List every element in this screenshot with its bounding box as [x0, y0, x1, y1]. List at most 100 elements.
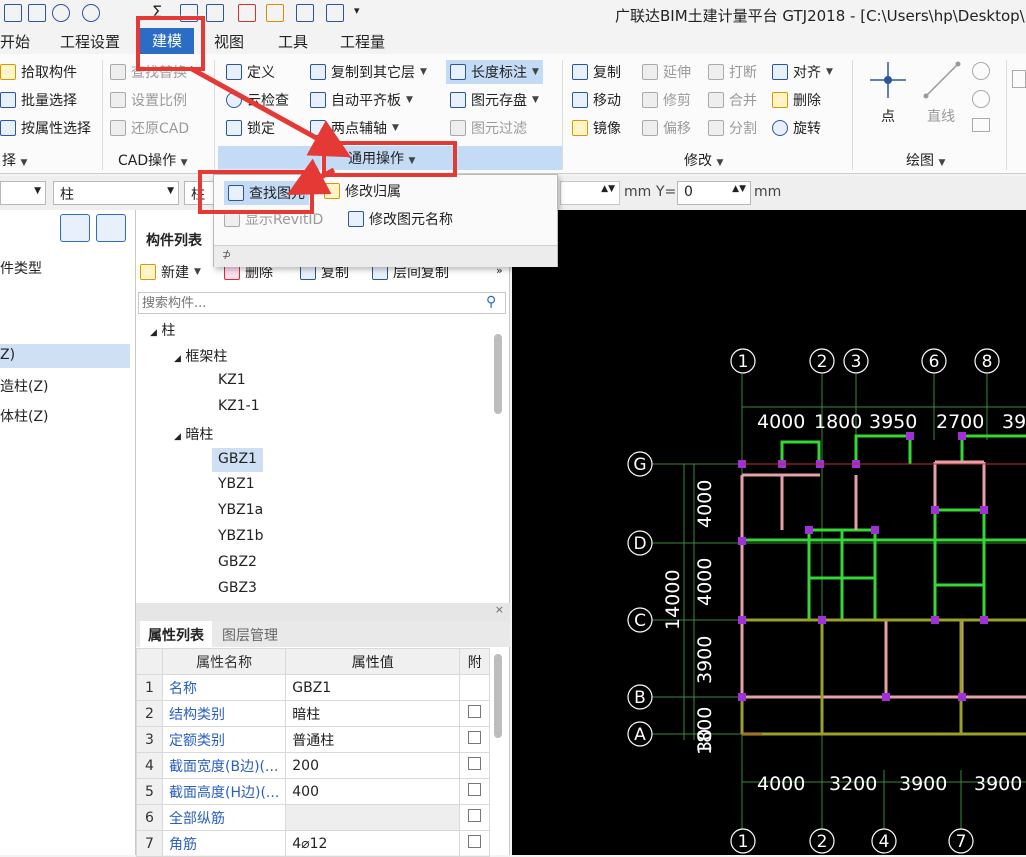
report-icon[interactable] [238, 4, 256, 22]
dimension-button[interactable]: 长度标注 ▼ [446, 60, 543, 84]
x-offset-input[interactable]: ▲▼ [560, 181, 620, 205]
tree-item-ybz1[interactable]: YBZ1 [218, 476, 255, 492]
lock-button[interactable]: 锁定 [226, 118, 275, 138]
batch-select-button[interactable]: 批量选择 [0, 90, 77, 110]
attach-checkbox[interactable] [468, 757, 482, 770]
new-file-icon[interactable] [4, 4, 22, 22]
rotate-button[interactable]: 旋转 [772, 118, 821, 138]
menu-view[interactable]: 视图 [214, 31, 244, 52]
tree-item-gbz1[interactable]: GBZ1 [212, 448, 263, 472]
panel-splitter[interactable]: × [136, 603, 510, 621]
open-folder-icon[interactable] [28, 4, 46, 22]
menu-quantities[interactable]: 工程量 [340, 31, 385, 52]
trim-button[interactable]: 修剪 [642, 90, 691, 110]
tree-item-ybz1b[interactable]: YBZ1b [218, 528, 264, 544]
menu-start[interactable]: 开始 [0, 31, 30, 52]
delete-button[interactable]: 删除 [772, 90, 821, 110]
find-element-icon[interactable] [206, 4, 224, 22]
break-button[interactable]: 打断 [708, 62, 757, 82]
undo-icon[interactable] [52, 4, 70, 22]
split-button[interactable]: 分割 [708, 118, 757, 138]
property-value[interactable]: 普通柱 [285, 726, 461, 753]
detail-view-icon[interactable] [96, 214, 126, 242]
menu-tools[interactable]: 工具 [278, 31, 308, 52]
customize-chevron-icon[interactable]: ▾ [354, 4, 360, 17]
set-scale-button[interactable]: 设置比例 [110, 90, 187, 110]
tree-node-hidden-column[interactable]: ◢ 暗柱 [174, 424, 213, 444]
point-draw-icon[interactable] [868, 60, 908, 100]
attach-checkbox[interactable] [468, 809, 482, 822]
menu-project-settings[interactable]: 工程设置 [60, 31, 120, 52]
property-value[interactable]: 200 [285, 752, 461, 779]
search-icon[interactable]: ⚲ [486, 294, 496, 310]
two-point-axis-button[interactable]: 两点辅轴 ▼ [310, 118, 399, 138]
define-button[interactable]: 定义 [226, 62, 275, 82]
rename-element-menu-item[interactable]: 修改图元名称 [348, 209, 453, 229]
tree-item-kz1[interactable]: KZ1 [218, 372, 246, 388]
rect-draw-icon[interactable] [972, 118, 990, 132]
new-component-button[interactable]: 新建 ▼ [140, 262, 201, 282]
line-label[interactable]: 直线 [927, 106, 955, 126]
tree-item-gbz2[interactable]: GBZ2 [218, 554, 257, 570]
tree-item-kz1-1[interactable]: KZ1-1 [218, 398, 260, 414]
cad-group-label[interactable]: CAD操作 ▼ [118, 150, 188, 170]
move-button[interactable]: 移动 [572, 90, 621, 110]
component-search-input[interactable] [138, 292, 506, 314]
property-value[interactable]: GBZ1 [285, 674, 461, 701]
tree-node-frame-column[interactable]: ◢ 框架柱 [174, 346, 227, 366]
attach-checkbox[interactable] [468, 835, 482, 848]
line-draw-icon[interactable] [922, 60, 962, 100]
floor-plan[interactable]: 1 2 3 6 8 1 2 4 7 G D C B A 4000 1800 39… [512, 210, 1026, 855]
modify-group-label[interactable]: 修改 ▼ [684, 150, 723, 170]
attach-checkbox[interactable] [468, 731, 482, 744]
list-view-icon[interactable] [60, 214, 90, 242]
copy-button[interactable]: 复制 [572, 62, 621, 82]
tab-layer-management[interactable]: 图层管理 [222, 625, 278, 645]
save-elements-button[interactable]: 图元存盘 ▼ [450, 90, 539, 110]
pin-icon[interactable]: ⊅ [222, 248, 231, 261]
restore-cad-button[interactable]: 还原CAD [110, 118, 189, 138]
attach-checkbox[interactable] [468, 705, 482, 718]
auto-align-slab-button[interactable]: 自动平齐板 ▼ [310, 90, 413, 110]
property-value[interactable]: 4⌀12 [285, 830, 461, 857]
y-offset-input[interactable]: 0 ▲▼ [677, 181, 751, 205]
extend-button[interactable]: 延伸 [642, 62, 691, 82]
arc-draw-icon[interactable] [972, 62, 990, 80]
element-filter-button[interactable]: 图元过滤 [450, 118, 527, 138]
nav-item-brick-column[interactable]: 体柱(Z) [0, 406, 49, 426]
offset-button[interactable]: 偏移 [642, 118, 691, 138]
redo-icon[interactable] [82, 4, 100, 22]
copy-to-floor-button[interactable]: 复制到其它层 ▼ [310, 62, 427, 82]
property-value[interactable] [285, 804, 461, 831]
tree-node-column[interactable]: ◢ 柱 [150, 320, 175, 340]
point-label[interactable]: 点 [881, 106, 895, 126]
align-button[interactable]: 对齐 ▼ [772, 62, 833, 82]
export-icon[interactable] [326, 4, 344, 22]
pick-component-button[interactable]: 拾取构件 [0, 62, 77, 82]
modify-owner-menu-item[interactable]: 修改归属 [324, 181, 401, 201]
select-group-label[interactable]: 择 ▼ [2, 150, 27, 170]
circle-draw-icon[interactable] [972, 90, 990, 108]
property-value[interactable]: 暗柱 [285, 700, 461, 727]
table-icon[interactable] [296, 4, 314, 22]
attach-checkbox[interactable] [468, 783, 482, 796]
tree-scrollbar[interactable] [494, 334, 502, 414]
floor-combo[interactable]: ▼ [0, 181, 46, 205]
nav-item-column[interactable]: Z) [0, 344, 130, 368]
tree-item-gbz3[interactable]: GBZ3 [218, 580, 257, 596]
tab-properties[interactable]: 属性列表 [140, 621, 212, 647]
select-by-attr-button[interactable]: 按属性选择 [0, 118, 91, 138]
identify-icon[interactable] [1012, 70, 1026, 88]
drawing-canvas[interactable]: 1 2 3 6 8 1 2 4 7 G D C B A 4000 1800 39… [512, 210, 1026, 855]
tree-item-ybz1a[interactable]: YBZ1a [218, 502, 263, 518]
property-scrollbar[interactable] [494, 654, 502, 738]
close-icon[interactable]: × [495, 603, 504, 616]
cloud-check-button[interactable]: 云检查 [226, 90, 289, 110]
nav-item-constructional-column[interactable]: 造柱(Z) [0, 376, 49, 396]
draw-group-label[interactable]: 绘图 ▼ [906, 150, 945, 170]
pen-icon[interactable] [266, 4, 284, 22]
property-value[interactable]: 400 [285, 778, 461, 805]
mirror-button[interactable]: 镜像 [572, 118, 621, 138]
merge-button[interactable]: 合并 [708, 90, 757, 110]
component-type-combo[interactable]: 柱 ▼ [53, 181, 179, 205]
